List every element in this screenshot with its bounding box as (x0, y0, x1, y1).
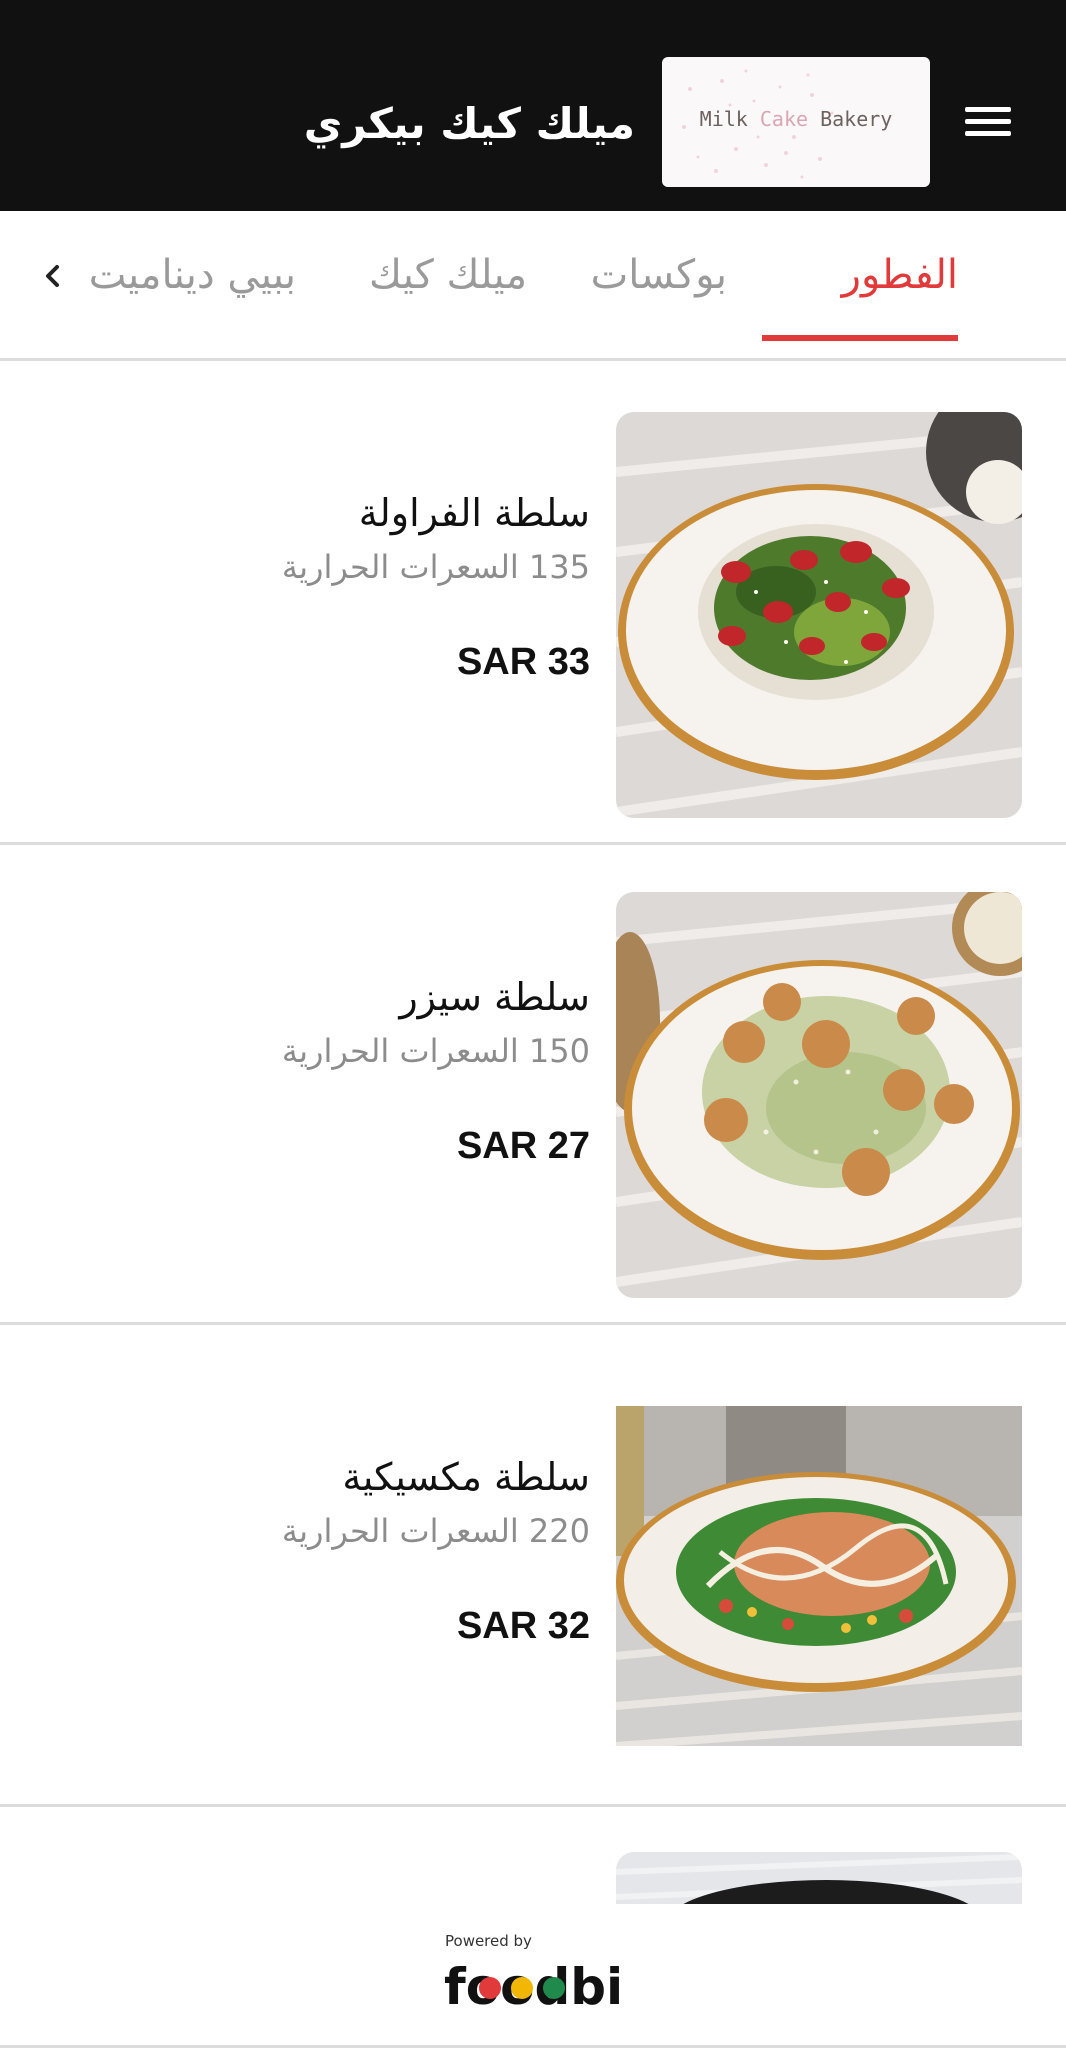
menu-bar (965, 119, 1011, 124)
item-photo (616, 412, 1022, 818)
logo-dot (479, 1977, 501, 1999)
menu-bar (965, 107, 1011, 112)
foodbit-logo[interactable]: foodbit (444, 1948, 622, 2016)
mexican-salad-image (616, 1406, 1022, 1746)
caesar-salad-image (616, 892, 1022, 1298)
item-photo (616, 892, 1022, 1298)
tab-boxes[interactable]: بوكسات (591, 245, 727, 305)
logo-word: Cake (759, 107, 809, 131)
item-calories: 220 السعرات الحرارية (281, 1512, 590, 1550)
app-header: Milk Cake Bakery ميلك كيك بيكري (0, 0, 1066, 211)
item-name: سلطة مكسيكية (342, 1455, 590, 1499)
hamburger-menu-button[interactable] (965, 104, 1013, 140)
strawberry-salad-image (616, 412, 1022, 818)
footer: Powered by foodbit (0, 1906, 1066, 2048)
logo-dot (511, 1977, 533, 1999)
item-photo (616, 1852, 1022, 1904)
tab-baby-dynamite[interactable]: ببيي ديناميت (89, 245, 296, 305)
tab-breakfast[interactable]: الفطور (842, 245, 958, 305)
item-price: SAR 32 (456, 1605, 590, 1647)
item-calories: 150 السعرات الحرارية (281, 1032, 590, 1070)
item-info: سلطة الفراولة 135 السعرات الحرارية SAR 3… (110, 485, 590, 687)
menu-bar (965, 131, 1011, 136)
menu-item-card[interactable]: سلطة مكسيكية 220 السعرات الحرارية SAR 32 (0, 1325, 1066, 1807)
tab-milk-cake[interactable]: ميلك كيك (369, 245, 527, 305)
item-name: سلطة الفراولة (358, 491, 590, 535)
logo-word: Milk (699, 107, 748, 131)
item-name: سلطة سيزر (399, 975, 590, 1019)
foodbit-wordmark: foodbit (444, 1958, 622, 2016)
restaurant-title: ميلك كيك بيكري (303, 99, 635, 148)
item-price: SAR 27 (456, 1125, 590, 1167)
logo-word: Bakery (820, 107, 893, 131)
logo-wordmark: Milk Cake Bakery (662, 107, 930, 131)
item-calories: 135 السعرات الحرارية (281, 548, 590, 586)
brand-logo[interactable]: Milk Cake Bakery (662, 57, 930, 187)
menu-item-card[interactable]: سلطة الفراولة 135 السعرات الحرارية SAR 3… (0, 361, 1066, 845)
category-tabs: الفطور بوكسات ميلك كيك ببيي ديناميت (0, 211, 1066, 361)
active-tab-indicator (762, 335, 958, 341)
item-info: سلطة سيزر 150 السعرات الحرارية SAR 27 (110, 969, 590, 1171)
item-price: SAR 33 (456, 641, 590, 683)
menu-item-card[interactable]: سلطة سيزر 150 السعرات الحرارية SAR 27 (0, 845, 1066, 1325)
chevron-left-icon[interactable] (38, 261, 68, 291)
logo-dot (543, 1977, 565, 1999)
item-info: سلطة مكسيكية 220 السعرات الحرارية SAR 32 (110, 1449, 590, 1651)
item-photo (616, 1406, 1022, 1746)
partial-dish-image (616, 1852, 1022, 1904)
